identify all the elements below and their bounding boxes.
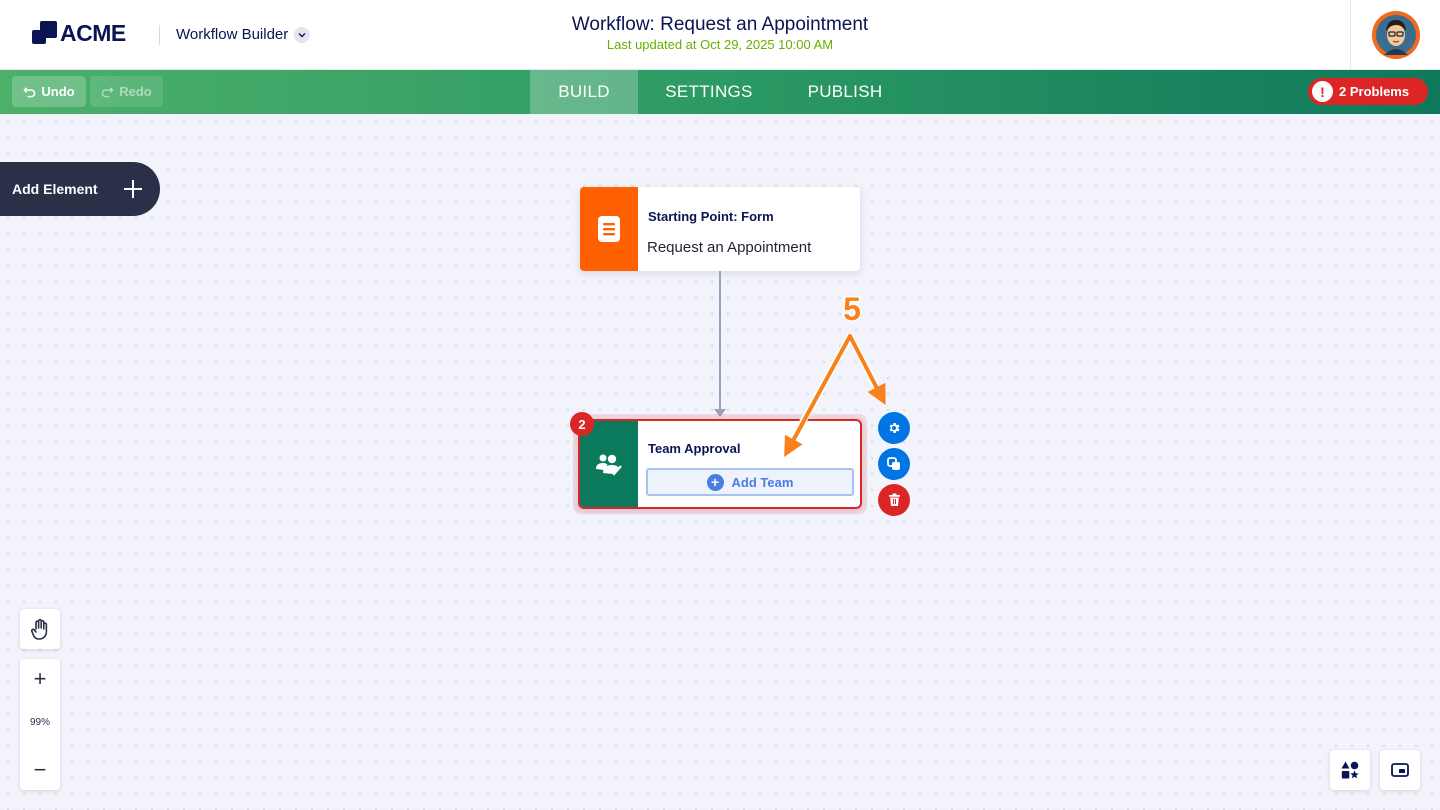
zoom-level: 99% <box>29 717 50 728</box>
node-delete-button[interactable] <box>878 484 910 516</box>
plus-icon <box>124 180 142 198</box>
workflow-title: Workflow: Request an Appointment <box>571 14 869 35</box>
app-name-label: Workflow Builder <box>176 26 289 43</box>
workflow-title-block: Workflow: Request an Appointment Last up… <box>420 14 1020 52</box>
start-node-icon-panel <box>580 187 638 271</box>
app-switcher[interactable]: Workflow Builder <box>176 26 311 43</box>
plus-circle-icon: + <box>706 473 724 491</box>
tab-settings[interactable]: SETTINGS <box>650 70 768 114</box>
add-team-label: Add Team <box>731 474 794 490</box>
start-node-form[interactable]: Starting Point: Form Request an Appointm… <box>580 187 860 271</box>
minimap-icon <box>1391 763 1409 777</box>
problems-label: 2 Problems <box>1339 84 1410 99</box>
header-divider <box>159 25 160 45</box>
add-element-button[interactable]: Add Element <box>0 162 160 216</box>
chevron-down-icon <box>294 26 311 43</box>
gear-icon <box>889 423 900 433</box>
node-duplicate-button[interactable] <box>878 448 910 480</box>
redo-button[interactable]: Redo <box>90 76 163 107</box>
add-team-button[interactable]: + Add Team <box>646 468 854 496</box>
undo-button[interactable]: Undo <box>12 76 86 107</box>
redo-icon <box>101 87 114 98</box>
add-element-label: Add Element <box>12 181 98 197</box>
trash-icon <box>888 493 900 506</box>
undo-label: Undo <box>41 84 75 99</box>
undo-icon <box>23 87 36 98</box>
hand-icon <box>30 618 48 640</box>
problems-button[interactable]: ! 2 Problems <box>1308 78 1428 105</box>
redo-label: Redo <box>119 84 152 99</box>
builder-toolbar: Undo Redo BUILD SETTINGS PUBLISH ! 2 Pro… <box>0 70 1440 114</box>
duplicate-icon <box>887 457 900 470</box>
last-updated-text: Last updated at Oct 29, 2025 10:00 AM <box>606 37 834 52</box>
zoom-in-button[interactable]: + <box>20 659 60 699</box>
shapes-icon <box>1341 761 1359 779</box>
node-settings-button[interactable] <box>878 412 910 444</box>
minimap-toggle-button[interactable] <box>1380 750 1420 790</box>
brand-logo-icon <box>32 20 58 47</box>
node-connector-line <box>719 271 721 411</box>
pan-tool-button[interactable] <box>20 609 60 649</box>
user-menu[interactable] <box>1350 0 1440 70</box>
zoom-out-button[interactable]: − <box>20 750 60 790</box>
error-count-badge: 2 <box>570 412 594 436</box>
brand-logo[interactable]: ACME <box>32 20 126 47</box>
tab-publish[interactable]: PUBLISH <box>795 70 895 114</box>
team-approval-node[interactable]: Team Approval + Add Team <box>578 419 862 509</box>
start-node-subtitle: Request an Appointment <box>647 239 812 256</box>
form-icon <box>598 216 620 242</box>
avatar[interactable] <box>1371 11 1420 59</box>
brand-name: ACME <box>60 20 126 46</box>
zoom-controls: + 99% − <box>20 659 60 790</box>
start-node-title: Starting Point: Form <box>648 209 774 224</box>
elements-panel-button[interactable] <box>1330 750 1370 790</box>
team-node-title: Team Approval <box>648 441 741 456</box>
app-header: ACME Workflow Builder Workflow: Request … <box>0 0 1440 70</box>
alert-icon: ! <box>1312 81 1333 102</box>
team-approval-icon <box>596 454 622 476</box>
tab-build[interactable]: BUILD <box>530 70 638 114</box>
